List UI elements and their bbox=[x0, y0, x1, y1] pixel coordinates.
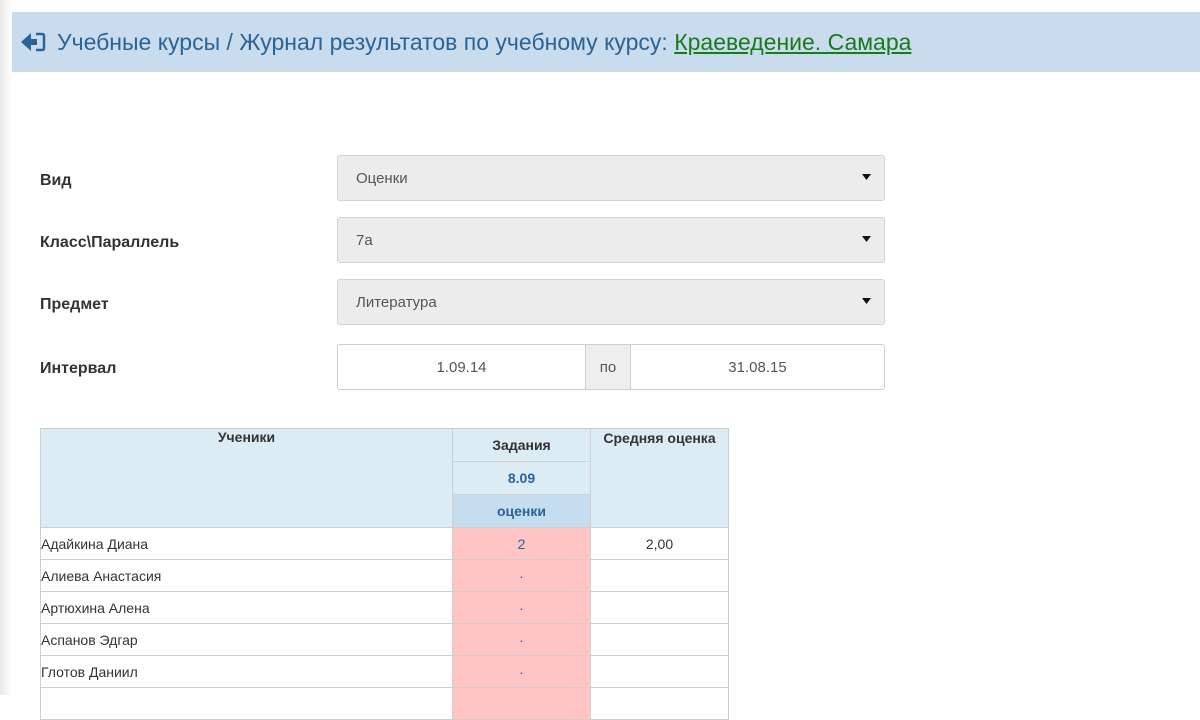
breadcrumb: Учебные курсы / Журнал результатов по уч… bbox=[57, 28, 675, 55]
class-select-value: 7а bbox=[356, 231, 373, 249]
average-cell bbox=[590, 623, 729, 656]
table-row: Адайкина Диана 2 2,00 bbox=[40, 527, 729, 560]
back-arrow-icon bbox=[21, 32, 46, 52]
course-link[interactable]: Краеведение. Самара bbox=[674, 29, 911, 55]
page-title: Учебные курсы / Журнал результатов по уч… bbox=[57, 29, 911, 56]
caret-down-icon bbox=[862, 174, 871, 180]
student-name bbox=[40, 687, 453, 720]
grade-cell[interactable]: · bbox=[452, 623, 591, 656]
student-name: Артюхина Алена bbox=[40, 591, 453, 624]
table-row: Артюхина Алена · bbox=[40, 591, 729, 624]
subject-label: Предмет bbox=[40, 296, 109, 313]
table-row: Аспанов Эдгар · bbox=[40, 623, 729, 656]
student-name: Адайкина Диана bbox=[40, 527, 453, 560]
view-label: Вид bbox=[40, 172, 72, 189]
grade-cell[interactable] bbox=[452, 687, 591, 720]
view-select[interactable]: Оценки bbox=[337, 155, 885, 201]
student-name: Алиева Анастасия bbox=[40, 559, 453, 592]
task-date-header[interactable]: 8.09 bbox=[452, 461, 591, 495]
table-row: Глотов Даниил · bbox=[40, 655, 729, 688]
subject-select-value: Литература bbox=[356, 293, 437, 311]
caret-down-icon bbox=[862, 298, 871, 304]
average-cell bbox=[590, 687, 729, 720]
grade-cell[interactable]: · bbox=[452, 591, 591, 624]
average-cell bbox=[590, 655, 729, 688]
interval-label: Интервал bbox=[40, 360, 117, 377]
page-header: Учебные курсы / Журнал результатов по уч… bbox=[12, 12, 1200, 72]
class-select[interactable]: 7а bbox=[337, 217, 885, 263]
task-kind-header: оценки bbox=[452, 494, 591, 528]
subject-select[interactable]: Литература bbox=[337, 279, 885, 325]
student-name: Глотов Даниил bbox=[40, 655, 453, 688]
view-select-value: Оценки bbox=[356, 169, 408, 187]
back-button[interactable] bbox=[17, 27, 47, 57]
results-table: Ученики Задания Средняя оценка 8.09 оцен… bbox=[40, 428, 729, 720]
grade-cell[interactable]: · bbox=[452, 655, 591, 688]
students-column-header: Ученики bbox=[40, 428, 453, 528]
left-edge-shade bbox=[0, 0, 12, 695]
tasks-column-header: Задания bbox=[452, 428, 591, 462]
table-row bbox=[40, 687, 729, 720]
date-to-input[interactable]: 31.08.15 bbox=[630, 344, 885, 390]
average-column-header: Средняя оценка bbox=[590, 428, 729, 528]
student-name: Аспанов Эдгар bbox=[40, 623, 453, 656]
average-cell: 2,00 bbox=[590, 527, 729, 560]
date-from-input[interactable]: 1.09.14 bbox=[337, 344, 586, 390]
table-row: Алиева Анастасия · bbox=[40, 559, 729, 592]
class-label: Класс\Параллель bbox=[40, 234, 180, 251]
grade-cell[interactable]: 2 bbox=[452, 527, 591, 560]
caret-down-icon bbox=[862, 236, 871, 242]
average-cell bbox=[590, 591, 729, 624]
average-cell bbox=[590, 559, 729, 592]
interval-separator: по bbox=[585, 344, 631, 390]
grade-cell[interactable]: · bbox=[452, 559, 591, 592]
